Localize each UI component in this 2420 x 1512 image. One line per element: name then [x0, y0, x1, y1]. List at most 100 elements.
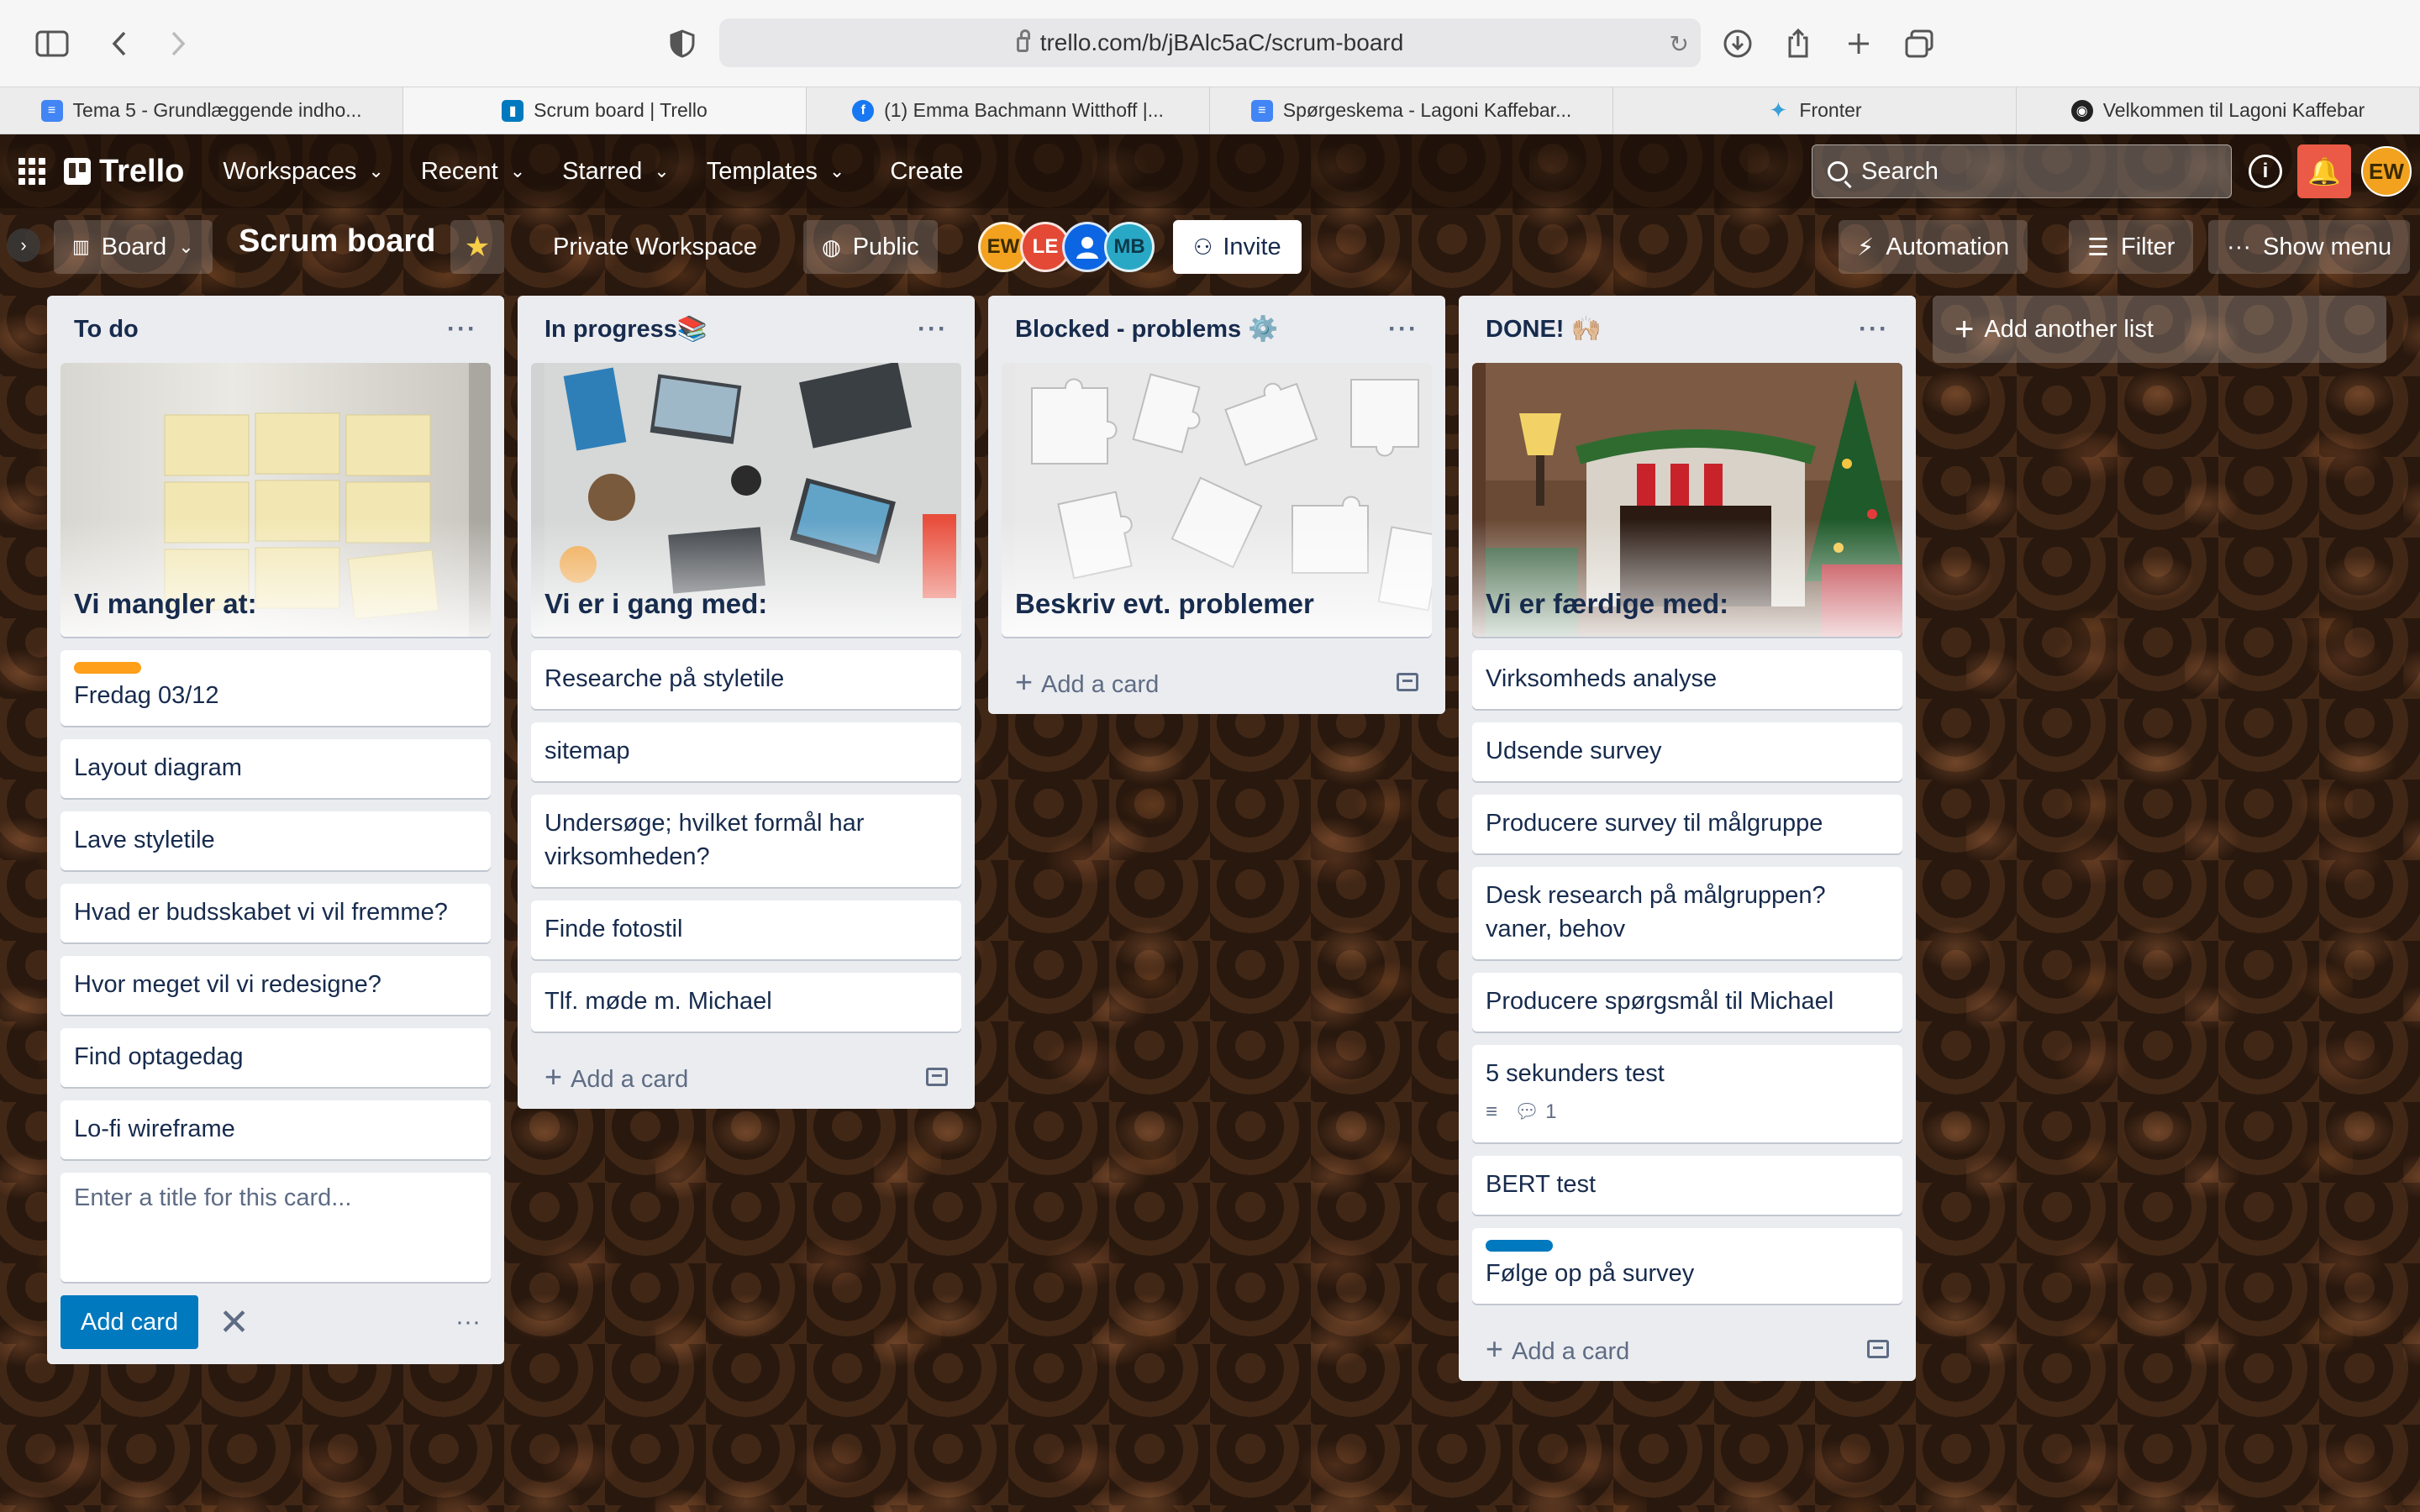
- browser-tab[interactable]: ≡ Spørgeskema - Lagoni Kaffebar...: [1210, 87, 1613, 134]
- address-bar[interactable]: trello.com/b/jBAlc5aC/scrum-board ↻: [719, 18, 1701, 67]
- browser-tab[interactable]: ≡ Tema 5 - Grundlæggende indho...: [0, 87, 403, 134]
- card[interactable]: Producere spørgsmål til Michael: [1472, 973, 1902, 1032]
- browser-tab[interactable]: ◉ Velkommen til Lagoni Kaffebar: [2017, 87, 2420, 134]
- card[interactable]: Virksomheds analyse: [1472, 650, 1902, 709]
- list-header[interactable]: Blocked - problems ⚙️ ···: [1002, 296, 1432, 363]
- list-menu-icon[interactable]: ···: [918, 315, 948, 344]
- cover-card[interactable]: Vi er i gang med:: [531, 363, 961, 637]
- tab-overview-icon[interactable]: [1901, 25, 1938, 62]
- card-label-blue[interactable]: [1486, 1240, 1553, 1252]
- card[interactable]: Desk research på målgruppen? vaner, beho…: [1472, 867, 1902, 959]
- list-title[interactable]: To do: [74, 316, 139, 344]
- list-title[interactable]: In progress📚: [544, 315, 708, 344]
- user-avatar[interactable]: EW: [2361, 146, 2412, 197]
- card-template-icon[interactable]: [1867, 1340, 1889, 1358]
- card-title: Følge op på survey: [1486, 1260, 1695, 1287]
- browser-tab-active[interactable]: ▮ Scrum board | Trello: [403, 87, 807, 134]
- cover-card[interactable]: Beskriv evt. problemer: [1002, 363, 1432, 637]
- composer-controls: Add card ✕ ···: [60, 1295, 491, 1349]
- composer-options-icon[interactable]: ···: [455, 1308, 491, 1336]
- list-header[interactable]: To do ···: [60, 296, 491, 363]
- add-card-button[interactable]: Add card: [60, 1295, 199, 1349]
- card-template-icon[interactable]: [1397, 673, 1418, 691]
- card[interactable]: BERT test: [1472, 1156, 1902, 1215]
- board-view-switcher[interactable]: ▥ Board ⌄: [54, 220, 213, 274]
- search-input[interactable]: Search: [1812, 144, 2232, 198]
- composer-placeholder: Enter a title for this card...: [74, 1184, 352, 1211]
- reload-icon[interactable]: ↻: [1670, 30, 1689, 58]
- list-header[interactable]: In progress📚 ···: [531, 296, 961, 363]
- privacy-shield-icon[interactable]: [664, 25, 701, 62]
- workspace-button[interactable]: Private Workspace: [534, 220, 776, 274]
- trello-header: Trello Workspaces ⌄ Recent ⌄ Starred ⌄ Temp…: [0, 134, 2420, 208]
- back-icon[interactable]: [101, 25, 138, 62]
- comments-badge: 💬︎ 1: [1514, 1095, 1557, 1129]
- visibility-button[interactable]: ◍ Public: [803, 220, 938, 274]
- card[interactable]: Undersøge; hvilket formål har virksomhed…: [531, 795, 961, 887]
- notifications-bell-icon[interactable]: 🔔: [2297, 144, 2351, 198]
- card[interactable]: Layout diagram: [60, 739, 491, 798]
- invite-button[interactable]: ⚇ Invite: [1173, 220, 1302, 274]
- board-title[interactable]: Scrum board: [239, 223, 435, 260]
- card[interactable]: Finde fotostil: [531, 900, 961, 959]
- sidebar-toggle-icon[interactable]: [34, 25, 71, 62]
- new-tab-icon[interactable]: [1840, 25, 1877, 62]
- card[interactable]: Lo-fi wireframe: [60, 1100, 491, 1159]
- board-view-icon: ▥: [72, 236, 90, 257]
- card[interactable]: Udsende survey: [1472, 722, 1902, 781]
- card[interactable]: Hvor meget vil vi redesigne?: [60, 956, 491, 1015]
- card-title: sitemap: [544, 738, 630, 764]
- automation-button[interactable]: ⚡ Automation: [1839, 220, 2028, 274]
- card[interactable]: Hvad er budsskabet vi vil fremme?: [60, 884, 491, 942]
- list-title[interactable]: DONE! 🙌🏼: [1486, 315, 1602, 344]
- app-switcher-icon[interactable]: [18, 158, 45, 185]
- nav-recent[interactable]: Recent ⌄: [406, 150, 540, 194]
- expand-sidebar-icon[interactable]: ›: [7, 228, 40, 262]
- list-menu-icon[interactable]: ···: [447, 315, 477, 344]
- card[interactable]: 5 sekunders test ≡ 💬︎ 1: [1472, 1045, 1902, 1142]
- filter-button[interactable]: ☰ Filter: [2069, 220, 2194, 274]
- card[interactable]: Følge op på survey: [1472, 1228, 1902, 1304]
- more-icon: ···: [2227, 233, 2251, 260]
- member-avatar[interactable]: MB: [1104, 222, 1155, 272]
- card[interactable]: Fredag 03/12: [60, 650, 491, 726]
- add-a-card-button[interactable]: + Add a card: [1472, 1317, 1902, 1381]
- nav-starred[interactable]: Starred ⌄: [547, 150, 685, 194]
- card[interactable]: Tlf. møde m. Michael: [531, 973, 961, 1032]
- card[interactable]: Producere survey til målgruppe: [1472, 795, 1902, 853]
- nav-workspaces[interactable]: Workspaces ⌄: [208, 150, 398, 194]
- card[interactable]: Researche på styletile: [531, 650, 961, 709]
- cover-card[interactable]: Vi er færdige med:: [1472, 363, 1902, 637]
- card[interactable]: sitemap: [531, 722, 961, 781]
- add-a-card-button[interactable]: + Add a card: [531, 1045, 961, 1109]
- card[interactable]: Lave styletile: [60, 811, 491, 870]
- nav-templates[interactable]: Templates ⌄: [692, 150, 860, 194]
- list-title[interactable]: Blocked - problems ⚙️: [1015, 315, 1278, 344]
- show-menu-button[interactable]: ··· Show menu: [2208, 220, 2411, 274]
- trello-logo[interactable]: Trello: [64, 154, 184, 190]
- star-icon[interactable]: ★: [450, 220, 504, 274]
- card-title: Undersøge; hvilket formål har virksomhed…: [544, 810, 865, 870]
- list-header[interactable]: DONE! 🙌🏼 ···: [1472, 296, 1902, 363]
- add-a-card-button[interactable]: + Add a card: [1002, 650, 1432, 714]
- card-label-orange[interactable]: [74, 662, 141, 674]
- close-icon[interactable]: ✕: [218, 1301, 250, 1344]
- browser-tab[interactable]: ✦ Fronter: [1613, 87, 2017, 134]
- tab-title: Scrum board | Trello: [534, 99, 708, 121]
- url-text: trello.com/b/jBAlc5aC/scrum-board: [1039, 29, 1404, 55]
- card-template-icon[interactable]: [926, 1068, 948, 1086]
- list-menu-icon[interactable]: ···: [1388, 315, 1418, 344]
- add-another-list-button[interactable]: + Add another list: [1933, 296, 2386, 363]
- downloads-icon[interactable]: [1719, 25, 1756, 62]
- info-icon[interactable]: i: [2249, 155, 2282, 188]
- list-in-progress: In progress📚 ··· Vi er i gang med: Resea…: [518, 296, 975, 1109]
- share-icon[interactable]: [1780, 25, 1817, 62]
- list-blocked: Blocked - problems ⚙️ ··· Beskriv evt. p…: [988, 296, 1445, 714]
- card[interactable]: Find optagedag: [60, 1028, 491, 1087]
- new-card-title-input[interactable]: Enter a title for this card...: [60, 1173, 491, 1282]
- list-menu-icon[interactable]: ···: [1859, 315, 1889, 344]
- create-button[interactable]: Create: [871, 150, 981, 194]
- forward-icon[interactable]: [160, 25, 197, 62]
- browser-tab[interactable]: f (1) Emma Bachmann Witthoff |...: [807, 87, 1210, 134]
- cover-card[interactable]: Vi mangler at:: [60, 363, 491, 637]
